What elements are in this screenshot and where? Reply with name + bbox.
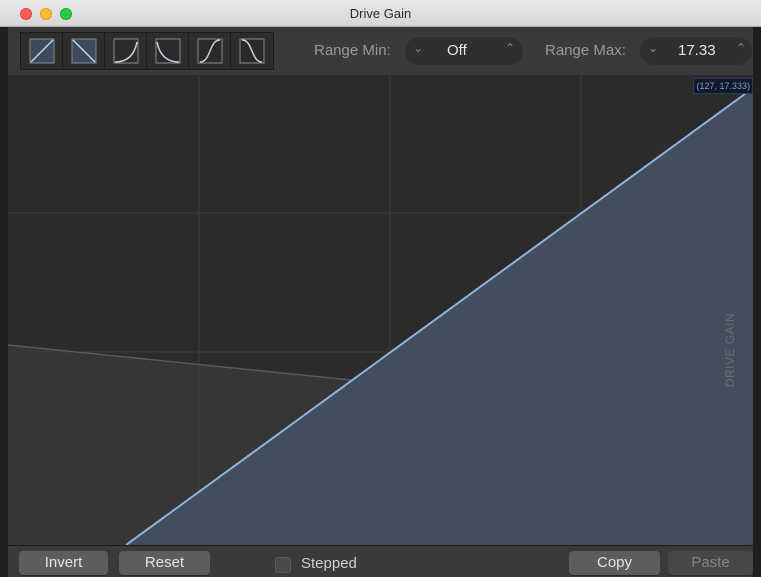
linear-fall-icon xyxy=(71,38,96,64)
window-title: Drive Gain xyxy=(349,6,412,21)
coordinate-readout: (127, 17.333) xyxy=(693,78,753,94)
exponential-fall-icon xyxy=(155,38,180,64)
exponential-rise-button[interactable] xyxy=(105,33,147,69)
linear-fall-button[interactable] xyxy=(63,33,105,69)
invert-button[interactable]: Invert xyxy=(19,551,108,575)
range-min-value: Off xyxy=(447,42,467,59)
range-min-increment-icon[interactable]: ⌃ xyxy=(501,41,519,55)
range-max-label: Range Max: xyxy=(545,42,626,59)
range-max-value: 17.33 xyxy=(678,42,716,59)
title-bar: Drive Gain xyxy=(0,0,761,27)
curve-preset-group xyxy=(20,32,274,70)
bottom-bar: Invert Reset Stepped Copy Paste xyxy=(8,545,753,577)
linear-rise-button[interactable] xyxy=(21,33,63,69)
range-max-stepper[interactable]: ⌄ 17.33 ⌃ xyxy=(640,37,752,65)
range-min-label: Range Min: xyxy=(314,42,391,59)
stepped-checkbox[interactable] xyxy=(275,557,291,573)
s-curve-rise-icon xyxy=(197,38,222,64)
s-curve-rise-button[interactable] xyxy=(189,33,231,69)
s-curve-fall-button[interactable] xyxy=(231,33,273,69)
linear-rise-icon xyxy=(29,38,54,64)
range-max-decrement-icon[interactable]: ⌄ xyxy=(644,41,662,55)
paste-button[interactable]: Paste xyxy=(668,551,753,575)
curve-editor-plot[interactable]: (127, 17.333) DRIVE GAIN xyxy=(8,75,753,545)
stepped-label: Stepped xyxy=(301,555,357,572)
s-curve-fall-icon xyxy=(239,38,265,64)
range-min-stepper[interactable]: ⌄ Off ⌃ xyxy=(405,37,523,65)
range-max-increment-icon[interactable]: ⌃ xyxy=(732,41,750,55)
curve-canvas[interactable] xyxy=(8,75,753,545)
toolbar: Range Min: ⌄ Off ⌃ Range Max: ⌄ 17.33 ⌃ xyxy=(8,27,753,75)
reset-button[interactable]: Reset xyxy=(119,551,210,575)
exponential-fall-button[interactable] xyxy=(147,33,189,69)
axis-label-drive-gain: DRIVE GAIN xyxy=(722,312,737,388)
range-min-decrement-icon[interactable]: ⌄ xyxy=(409,41,427,55)
exponential-rise-icon xyxy=(113,38,138,64)
copy-button[interactable]: Copy xyxy=(569,551,660,575)
